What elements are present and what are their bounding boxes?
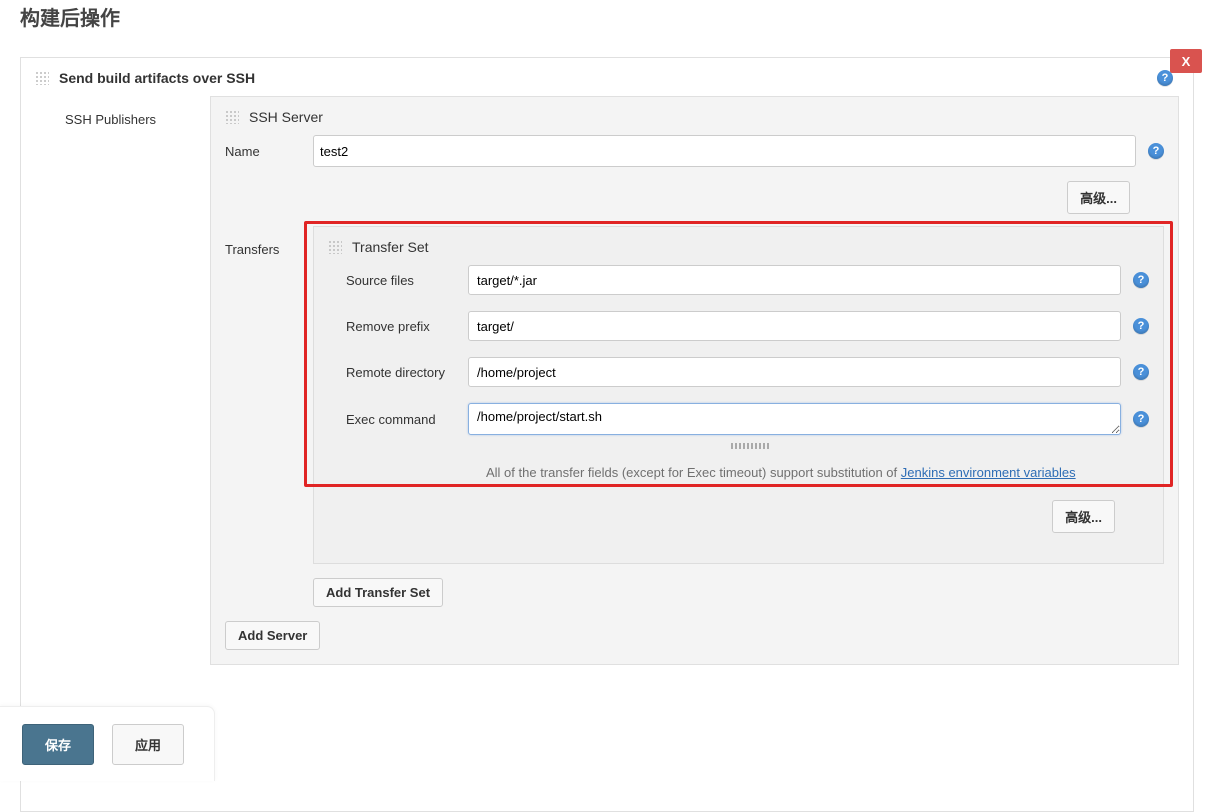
transfer-set-panel: Transfer Set Source files ? Remove prefi… — [313, 226, 1164, 564]
ssh-publishers-label: SSH Publishers — [35, 96, 210, 665]
drag-handle-icon[interactable] — [328, 240, 342, 254]
help-icon[interactable]: ? — [1133, 411, 1149, 427]
help-icon[interactable]: ? — [1133, 318, 1149, 334]
ssh-server-label: SSH Server — [249, 109, 323, 125]
add-transfer-set-button[interactable]: Add Transfer Set — [313, 578, 443, 607]
help-icon[interactable]: ? — [1133, 272, 1149, 288]
save-button[interactable]: 保存 — [22, 724, 94, 765]
remote-directory-input[interactable] — [468, 357, 1121, 387]
help-icon[interactable]: ? — [1157, 70, 1173, 86]
remove-prefix-input[interactable] — [468, 311, 1121, 341]
transfer-hint-text: All of the transfer fields (except for E… — [328, 463, 1149, 484]
apply-button[interactable]: 应用 — [112, 724, 184, 765]
transfer-set-label: Transfer Set — [352, 239, 429, 255]
help-icon[interactable]: ? — [1133, 364, 1149, 380]
remove-prefix-label: Remove prefix — [328, 319, 468, 334]
server-name-label: Name — [225, 144, 313, 159]
section-header: Send build artifacts over SSH ? — [21, 58, 1193, 96]
source-files-label: Source files — [328, 273, 468, 288]
transfers-label: Transfers — [225, 226, 313, 607]
footer-action-bar: 保存 应用 — [0, 706, 215, 781]
post-build-action-panel: X Send build artifacts over SSH ? SSH Pu… — [20, 57, 1194, 812]
source-files-input[interactable] — [468, 265, 1121, 295]
add-server-button[interactable]: Add Server — [225, 621, 320, 650]
help-icon[interactable]: ? — [1148, 143, 1164, 159]
ssh-server-panel: SSH Server Name test2 ? 高级... Transfers — [210, 96, 1179, 665]
resize-grip-icon[interactable] — [731, 443, 771, 449]
transfer-advanced-button[interactable]: 高级... — [1052, 500, 1115, 533]
page-title: 构建后操作 — [0, 0, 1214, 39]
drag-handle-icon[interactable] — [225, 110, 239, 124]
ssh-server-advanced-button[interactable]: 高级... — [1067, 181, 1130, 214]
section-title: Send build artifacts over SSH — [59, 70, 255, 86]
remote-directory-label: Remote directory — [328, 365, 468, 380]
exec-command-label: Exec command — [328, 412, 468, 427]
exec-command-textarea[interactable] — [468, 403, 1121, 435]
transfer-set-heading: Transfer Set — [328, 237, 1149, 265]
ssh-server-heading: SSH Server — [225, 107, 1164, 135]
server-name-select[interactable]: test2 — [313, 135, 1136, 167]
jenkins-env-vars-link[interactable]: Jenkins environment variables — [901, 465, 1076, 480]
drag-handle-icon[interactable] — [35, 71, 49, 85]
